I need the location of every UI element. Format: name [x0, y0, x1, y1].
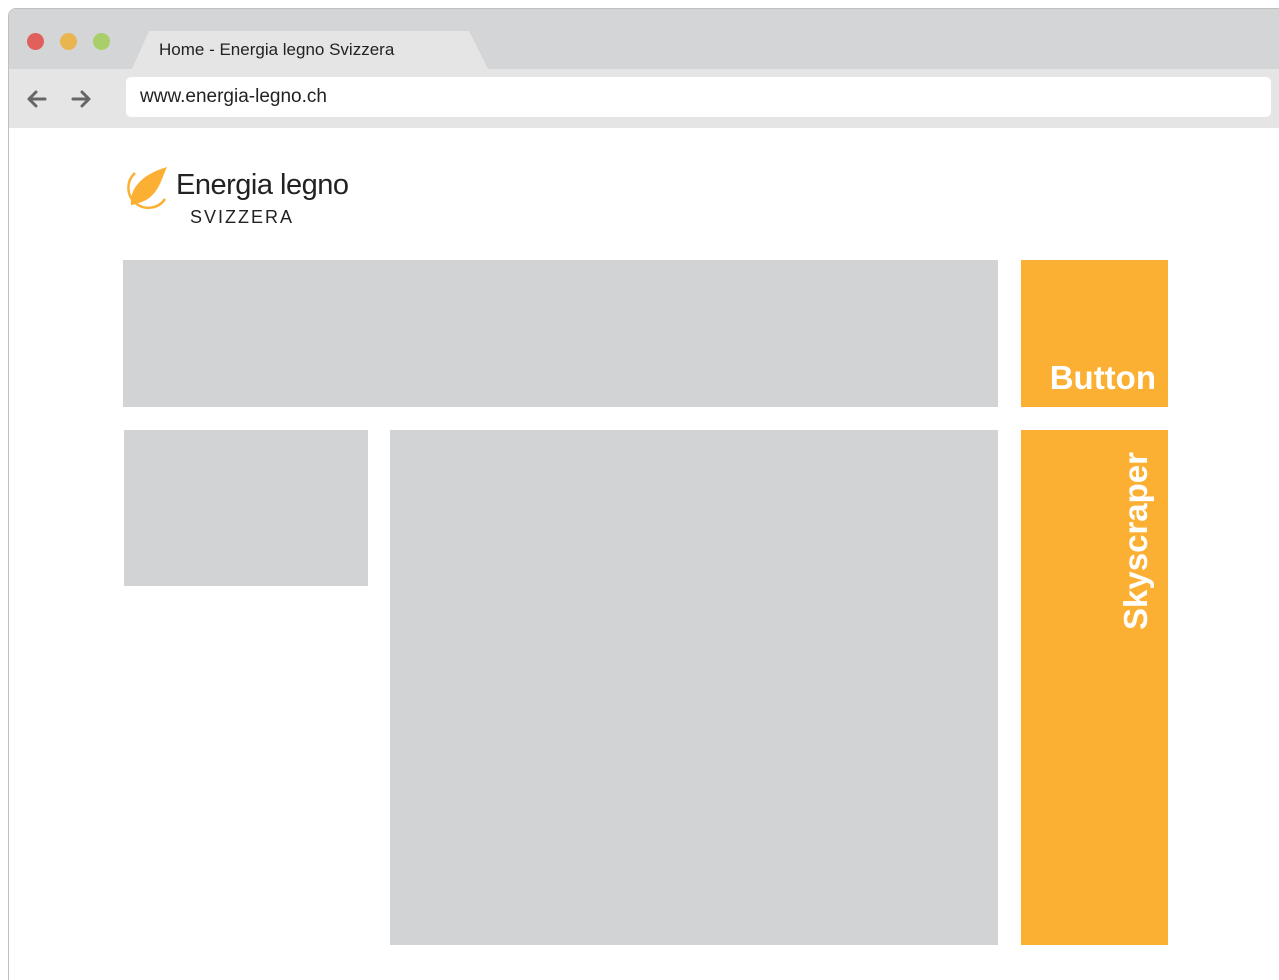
- back-arrow-icon[interactable]: [23, 85, 51, 113]
- address-bar[interactable]: www.energia-legno.ch: [126, 77, 1271, 117]
- site-logo[interactable]: Energia legno SVIZZERA: [121, 159, 381, 231]
- browser-chrome: Home - Energia legno Svizzera www.energi…: [9, 9, 1279, 128]
- browser-window: Home - Energia legno Svizzera www.energi…: [8, 8, 1279, 980]
- flame-leaf-icon: [121, 159, 171, 213]
- forward-arrow-icon[interactable]: [67, 85, 95, 113]
- main-content-placeholder: [390, 430, 998, 945]
- banner-placeholder: [123, 260, 998, 407]
- logo-subtitle: SVIZZERA: [190, 207, 295, 227]
- tab-title: Home - Energia legno Svizzera: [159, 40, 395, 59]
- maximize-window-icon[interactable]: [93, 33, 110, 50]
- tab-bar: Home - Energia legno Svizzera: [9, 9, 1279, 71]
- skyscraper-ad-slot[interactable]: Skyscraper: [1021, 430, 1168, 945]
- sidebar-placeholder: [124, 430, 368, 586]
- skyscraper-ad-label: Skyscraper: [1117, 452, 1154, 630]
- logo-name: Energia legno: [176, 169, 349, 201]
- close-window-icon[interactable]: [27, 33, 44, 50]
- button-ad-label: Button: [1049, 359, 1156, 396]
- tab-home[interactable]: Home - Energia legno Svizzera: [131, 31, 489, 71]
- minimize-window-icon[interactable]: [60, 33, 77, 50]
- browser-toolbar: www.energia-legno.ch: [9, 69, 1279, 128]
- button-ad-slot[interactable]: Button: [1021, 260, 1168, 407]
- url-text: www.energia-legno.ch: [140, 86, 327, 107]
